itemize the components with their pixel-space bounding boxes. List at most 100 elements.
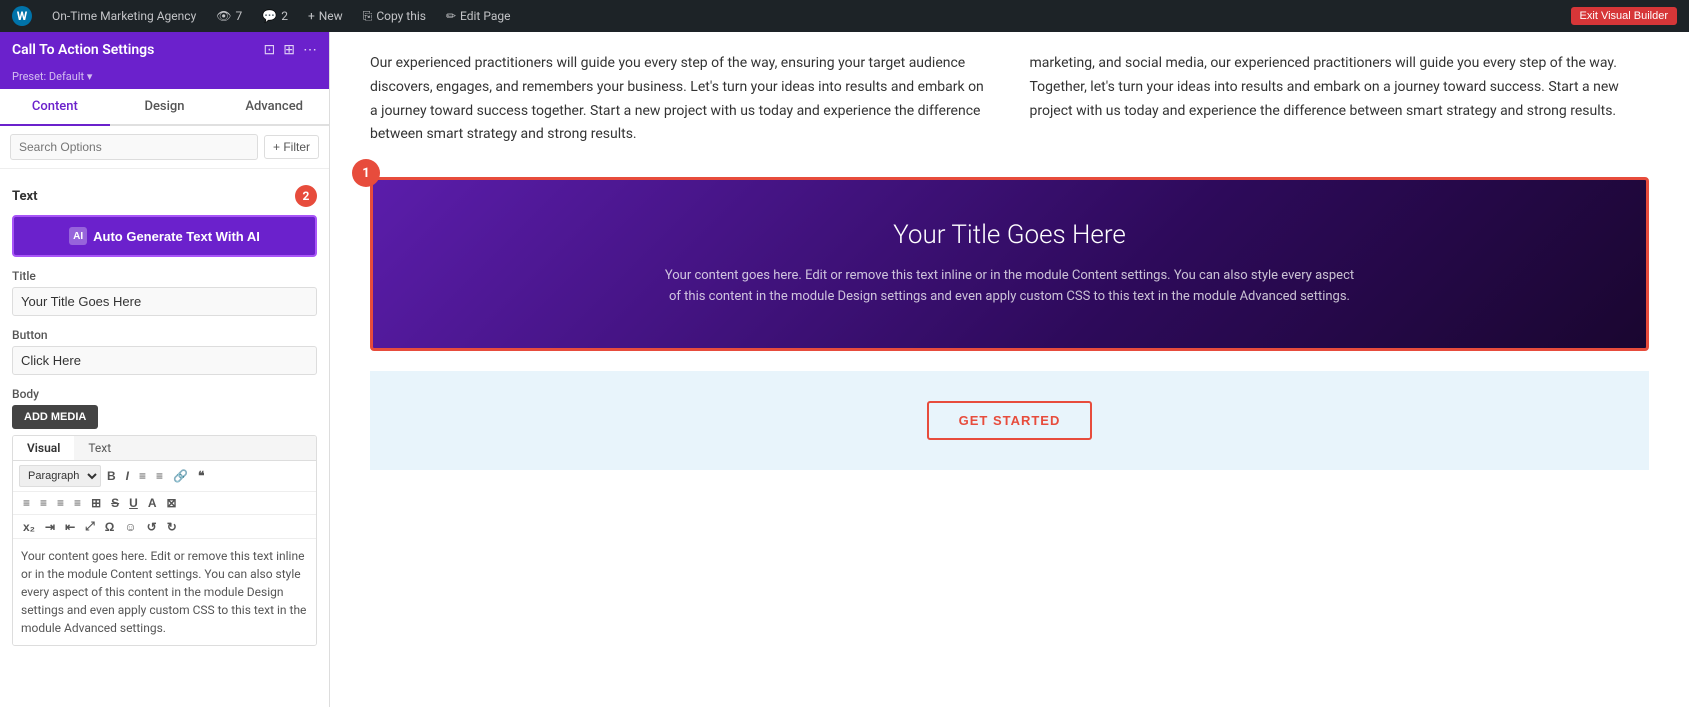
edit-label: Edit Page bbox=[460, 9, 510, 23]
text-col-right: marketing, and social media, our experie… bbox=[1030, 52, 1650, 147]
panel-search: + Filter bbox=[0, 126, 329, 169]
exit-builder-button[interactable]: Exit Visual Builder bbox=[1571, 7, 1677, 25]
right-content: Our experienced practitioners will guide… bbox=[330, 32, 1689, 707]
fullscreen-icon[interactable]: ⊡ bbox=[264, 42, 276, 58]
ul-button[interactable]: ≡ bbox=[135, 467, 150, 485]
pencil-icon: ✏ bbox=[446, 9, 456, 23]
add-media-button[interactable]: ADD MEDIA bbox=[12, 405, 98, 429]
subscript-button[interactable]: x₂ bbox=[19, 518, 39, 536]
comment-count: 2 bbox=[281, 9, 288, 23]
outdent-button[interactable]: ⇤ bbox=[61, 518, 79, 536]
align-left-button[interactable]: ≡ bbox=[19, 494, 34, 512]
columns-icon[interactable]: ⊞ bbox=[283, 42, 295, 58]
panel-preset[interactable]: Preset: Default ▾ bbox=[0, 68, 329, 89]
align-center-button[interactable]: ≡ bbox=[36, 494, 51, 512]
cta-body: Your content goes here. Edit or remove t… bbox=[660, 266, 1360, 308]
exit-builder-item[interactable]: Exit Visual Builder bbox=[1567, 0, 1681, 32]
justify-button[interactable]: ≡ bbox=[70, 494, 85, 512]
body-field-group: Body ADD MEDIA Visual Text Paragraph B I… bbox=[12, 387, 317, 646]
copy-icon: ⎘ bbox=[363, 9, 373, 24]
button-input[interactable] bbox=[12, 346, 317, 375]
tab-content[interactable]: Content bbox=[0, 89, 110, 126]
title-field-group: Title bbox=[12, 269, 317, 316]
table-button[interactable]: ⊞ bbox=[87, 494, 105, 512]
undo-button[interactable]: ↺ bbox=[143, 518, 161, 536]
main-layout: Call To Action Settings ⊡ ⊞ ⋯ Preset: De… bbox=[0, 32, 1689, 707]
ai-button-label: Auto Generate Text With AI bbox=[93, 229, 260, 244]
cta-wrapper: 1 Your Title Goes Here Your content goes… bbox=[370, 177, 1649, 351]
quote-button[interactable]: ❝ bbox=[194, 467, 208, 485]
editor-toolbar-row2: ≡ ≡ ≡ ≡ ⊞ S U A ⊠ bbox=[13, 492, 316, 515]
comments-item[interactable]: 💬 2 bbox=[258, 0, 292, 32]
panel-content: Text 2 AI Auto Generate Text With AI Tit… bbox=[0, 169, 329, 707]
comment-icon: 💬 bbox=[262, 9, 277, 23]
panel-header: Call To Action Settings ⊡ ⊞ ⋯ bbox=[0, 32, 329, 68]
views-item[interactable]: 👁 7 bbox=[212, 0, 246, 32]
panel-tabs: Content Design Advanced bbox=[0, 89, 329, 126]
new-label: New bbox=[319, 9, 343, 23]
tab-design[interactable]: Design bbox=[110, 89, 220, 126]
panel-title: Call To Action Settings bbox=[12, 42, 154, 58]
bottom-section: GET STARTED bbox=[370, 371, 1649, 470]
content-area: Our experienced practitioners will guide… bbox=[330, 32, 1689, 490]
editor-toolbar: Paragraph B I ≡ ≡ 🔗 ❝ bbox=[13, 461, 316, 492]
ol-button[interactable]: ≡ bbox=[152, 467, 167, 485]
button-field-label: Button bbox=[12, 328, 317, 342]
editor-tab-visual[interactable]: Visual bbox=[13, 436, 74, 460]
agency-link[interactable]: On-Time Marketing Agency bbox=[48, 0, 200, 32]
agency-name: On-Time Marketing Agency bbox=[52, 9, 196, 23]
expand-button[interactable]: ⤢ bbox=[81, 517, 99, 536]
editor-toolbar-row3: x₂ ⇥ ⇤ ⤢ Ω ☺ ↺ ↻ bbox=[13, 515, 316, 539]
panel-header-icons: ⊡ ⊞ ⋯ bbox=[264, 42, 317, 58]
copy-label: Copy this bbox=[376, 9, 426, 23]
indent-button[interactable]: ⇥ bbox=[41, 518, 59, 536]
strikethrough-button[interactable]: S bbox=[107, 494, 123, 512]
text-columns: Our experienced practitioners will guide… bbox=[370, 52, 1649, 147]
ai-icon: AI bbox=[69, 227, 87, 245]
text-col-left: Our experienced practitioners will guide… bbox=[370, 52, 990, 147]
eye-icon: 👁 bbox=[216, 9, 231, 23]
new-item[interactable]: + New bbox=[304, 0, 347, 32]
body-editor: Visual Text Paragraph B I ≡ ≡ 🔗 ❝ bbox=[12, 435, 317, 646]
view-count: 7 bbox=[235, 9, 242, 23]
left-col-text: Our experienced practitioners will guide… bbox=[370, 52, 990, 147]
copy-item[interactable]: ⎘ Copy this bbox=[359, 0, 430, 32]
editor-content[interactable]: Your content goes here. Edit or remove t… bbox=[13, 539, 316, 645]
text-section-label: Text bbox=[12, 189, 38, 204]
bold-button[interactable]: B bbox=[103, 467, 120, 485]
underline-button[interactable]: U bbox=[125, 494, 142, 512]
cta-banner[interactable]: Your Title Goes Here Your content goes h… bbox=[370, 177, 1649, 351]
tab-advanced[interactable]: Advanced bbox=[219, 89, 329, 126]
emoji-button[interactable]: ☺ bbox=[120, 518, 140, 536]
wp-logo-item[interactable]: W bbox=[8, 0, 36, 32]
editor-tabs: Visual Text bbox=[13, 436, 316, 461]
link-button[interactable]: 🔗 bbox=[169, 467, 192, 485]
left-panel: Call To Action Settings ⊡ ⊞ ⋯ Preset: De… bbox=[0, 32, 330, 707]
cta-badge: 1 bbox=[352, 159, 380, 187]
more-icon[interactable]: ⋯ bbox=[303, 42, 317, 58]
omega-button[interactable]: Ω bbox=[101, 518, 119, 536]
cta-title: Your Title Goes Here bbox=[433, 220, 1586, 250]
wp-logo: W bbox=[12, 6, 32, 26]
color-button[interactable]: A bbox=[144, 494, 161, 512]
plus-icon: + bbox=[308, 9, 315, 23]
editor-tab-text[interactable]: Text bbox=[74, 436, 125, 460]
body-field-label: Body bbox=[12, 387, 317, 401]
ai-generate-button[interactable]: AI Auto Generate Text With AI bbox=[12, 215, 317, 257]
edit-page-item[interactable]: ✏ Edit Page bbox=[442, 0, 515, 32]
title-field-label: Title bbox=[12, 269, 317, 283]
title-input[interactable] bbox=[12, 287, 317, 316]
eraser-button[interactable]: ⊠ bbox=[162, 494, 180, 512]
button-field-group: Button bbox=[12, 328, 317, 375]
filter-button[interactable]: + Filter bbox=[264, 135, 319, 159]
text-section-header: Text 2 bbox=[12, 185, 317, 207]
admin-bar: W On-Time Marketing Agency 👁 7 💬 2 + New… bbox=[0, 0, 1689, 32]
paragraph-select[interactable]: Paragraph bbox=[19, 465, 101, 487]
text-badge: 2 bbox=[295, 185, 317, 207]
get-started-button[interactable]: GET STARTED bbox=[927, 401, 1093, 440]
align-right-button[interactable]: ≡ bbox=[53, 494, 68, 512]
italic-button[interactable]: I bbox=[122, 467, 133, 485]
right-col-text: marketing, and social media, our experie… bbox=[1030, 52, 1650, 123]
redo-button[interactable]: ↻ bbox=[163, 518, 181, 536]
search-input[interactable] bbox=[10, 134, 258, 160]
